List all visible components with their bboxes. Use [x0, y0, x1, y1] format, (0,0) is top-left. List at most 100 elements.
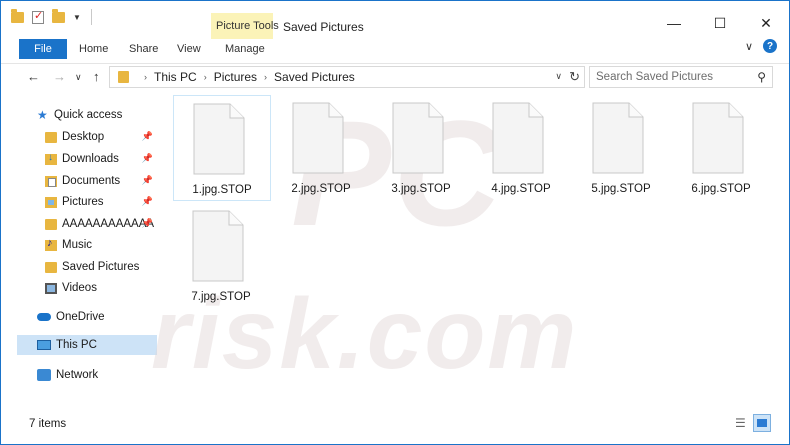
star-icon: ★	[37, 108, 48, 122]
file-name: 2.jpg.STOP	[291, 183, 351, 195]
file-item[interactable]: 2.jpg.STOP	[273, 95, 371, 201]
cloud-icon	[37, 313, 51, 321]
tab-file[interactable]: File	[19, 39, 67, 59]
quick-access-toolbar: ▼	[11, 8, 92, 25]
file-name: 5.jpg.STOP	[591, 183, 651, 195]
folder-icon	[45, 218, 57, 230]
pin-icon[interactable]: 📌	[142, 218, 153, 229]
breadcrumb-separator-icon[interactable]: ›	[144, 72, 147, 82]
nav-item-documents[interactable]: Documents 📌	[45, 171, 157, 191]
network-icon	[37, 369, 51, 381]
nav-label: This PC	[56, 339, 97, 351]
nav-item-music[interactable]: Music	[45, 235, 157, 255]
nav-label: OneDrive	[56, 311, 105, 323]
tab-home[interactable]: Home	[79, 43, 108, 55]
tab-share[interactable]: Share	[129, 43, 158, 55]
picture-tools-label: Picture Tools	[216, 20, 279, 32]
pin-icon[interactable]: 📌	[142, 175, 153, 186]
recent-locations-icon[interactable]: ∨	[75, 72, 82, 83]
nav-label: Videos	[62, 282, 97, 294]
documents-icon	[45, 175, 57, 187]
explorer-window: ▼ Picture Tools Saved Pictures — ☐ ✕ Fil…	[0, 0, 790, 445]
up-arrow-icon[interactable]: ↑	[93, 69, 100, 84]
folder-icon[interactable]	[11, 8, 24, 23]
refresh-icon[interactable]: ↻	[569, 69, 580, 85]
address-row: ← → ∨ ↑ › This PC › Pictures › Saved Pic…	[1, 63, 789, 89]
nav-label: Network	[56, 369, 99, 381]
nav-label: Music	[62, 239, 93, 251]
tab-view[interactable]: View	[177, 43, 201, 55]
nav-onedrive[interactable]: OneDrive	[37, 307, 157, 327]
file-item[interactable]: 4.jpg.STOP	[473, 95, 571, 201]
status-bar: 7 items ☰	[1, 413, 789, 444]
file-name: 3.jpg.STOP	[391, 183, 451, 195]
nav-item-videos[interactable]: Videos	[45, 278, 157, 298]
search-icon[interactable]: ⚲	[757, 70, 766, 84]
pin-icon[interactable]: 📌	[142, 153, 153, 164]
address-bar[interactable]: › This PC › Pictures › Saved Pictures ∨ …	[109, 66, 585, 88]
pictures-icon	[45, 196, 57, 208]
back-arrow-icon[interactable]: ←	[27, 69, 40, 84]
address-dropdown-icon[interactable]: ∨	[555, 71, 562, 82]
search-box[interactable]: ⚲	[589, 66, 773, 88]
nav-item-downloads[interactable]: Downloads 📌	[45, 149, 157, 169]
nav-label: Desktop	[62, 131, 105, 143]
blank-file-icon	[692, 102, 744, 174]
nav-item-aaaaaaaaaaaa[interactable]: AAAAAAAAAAAA 📌	[45, 214, 157, 234]
file-item[interactable]: 7.jpg.STOP	[173, 203, 271, 309]
breadcrumb-this-pc[interactable]: This PC	[154, 70, 197, 84]
toolbar-divider	[90, 9, 92, 25]
folder-icon	[45, 131, 57, 143]
navigation-pane: ★ Quick access Desktop 📌 Downloads 📌 Doc…	[1, 93, 161, 413]
forward-arrow-icon[interactable]: →	[53, 69, 66, 84]
window-controls: — ☐ ✕	[651, 9, 789, 37]
nav-item-saved-pictures[interactable]: Saved Pictures	[45, 257, 157, 277]
nav-network[interactable]: Network	[37, 365, 157, 385]
music-icon	[45, 237, 57, 251]
large-icons-view-icon[interactable]	[753, 414, 771, 432]
close-button[interactable]: ✕	[743, 9, 789, 37]
folder-icon	[45, 261, 57, 273]
pin-icon[interactable]: 📌	[142, 196, 153, 207]
blank-file-icon	[292, 102, 344, 174]
new-folder-icon[interactable]	[52, 8, 65, 23]
folder-icon	[118, 71, 129, 83]
computer-icon	[37, 340, 51, 350]
nav-label: Documents	[62, 175, 121, 187]
breadcrumb-separator-icon[interactable]: ›	[204, 72, 207, 82]
properties-icon[interactable]	[32, 9, 44, 24]
blank-file-icon	[592, 102, 644, 174]
breadcrumb-pictures[interactable]: Pictures	[214, 70, 257, 84]
chevron-down-icon[interactable]: ∨	[745, 40, 753, 53]
blank-file-icon	[192, 210, 244, 282]
maximize-button[interactable]: ☐	[697, 9, 743, 37]
file-name: 4.jpg.STOP	[491, 183, 551, 195]
ribbon-tabs: File Home Share View Manage ∨ ?	[1, 39, 789, 59]
nav-item-pictures[interactable]: Pictures 📌	[45, 192, 157, 212]
file-item[interactable]: 6.jpg.STOP	[673, 95, 771, 201]
breadcrumb-saved-pictures[interactable]: Saved Pictures	[274, 70, 355, 84]
nav-label: Downloads	[62, 153, 119, 165]
nav-this-pc[interactable]: This PC	[17, 335, 157, 355]
window-title: Saved Pictures	[283, 20, 364, 34]
details-view-icon[interactable]: ☰	[735, 416, 749, 430]
file-view: 1.jpg.STOP 2.jpg.STOP 3.jpg.STOP 4.jpg.S…	[163, 93, 787, 411]
search-input[interactable]	[596, 71, 746, 83]
file-item[interactable]: 1.jpg.STOP	[173, 95, 271, 201]
file-item[interactable]: 5.jpg.STOP	[573, 95, 671, 201]
videos-icon	[45, 282, 57, 294]
minimize-button[interactable]: —	[651, 9, 697, 37]
customize-toolbar-icon[interactable]: ▼	[73, 13, 81, 22]
file-name: 1.jpg.STOP	[192, 184, 252, 196]
downloads-icon	[45, 152, 57, 165]
blank-file-icon	[492, 102, 544, 174]
title-bar: ▼ Picture Tools Saved Pictures — ☐ ✕	[1, 1, 789, 39]
tab-manage[interactable]: Manage	[225, 43, 265, 55]
help-icon[interactable]: ?	[763, 39, 777, 53]
file-item[interactable]: 3.jpg.STOP	[373, 95, 471, 201]
pin-icon[interactable]: 📌	[142, 131, 153, 142]
file-name: 6.jpg.STOP	[691, 183, 751, 195]
breadcrumb-separator-icon[interactable]: ›	[264, 72, 267, 82]
nav-item-desktop[interactable]: Desktop 📌	[45, 127, 157, 147]
nav-quick-access[interactable]: ★ Quick access	[37, 105, 157, 125]
